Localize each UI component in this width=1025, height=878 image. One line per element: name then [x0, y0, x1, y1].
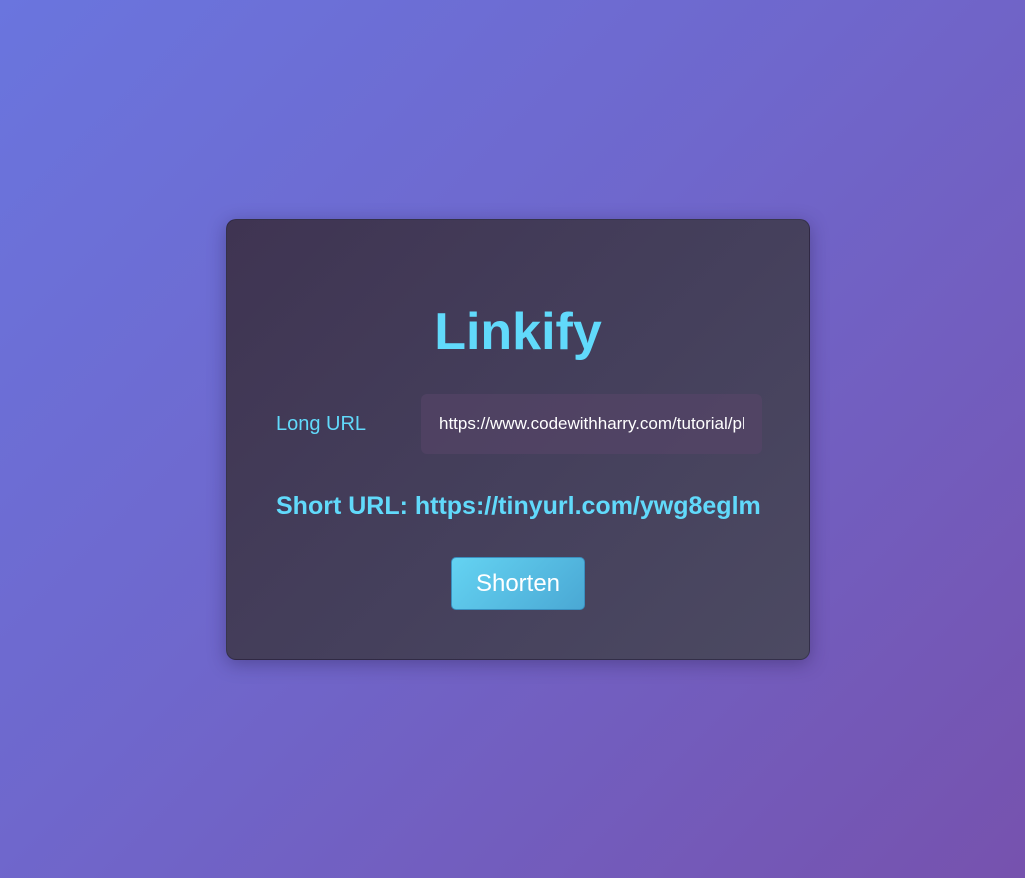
- long-url-input[interactable]: [421, 394, 762, 454]
- long-url-label: Long URL: [276, 413, 367, 435]
- app-title: Linkify: [434, 303, 602, 361]
- short-url-result: Short URL: https://tinyurl.com/ywg8eglm: [276, 492, 761, 520]
- shortener-card: Linkify Long URL Short URL: https://tiny…: [226, 219, 810, 660]
- shorten-button[interactable]: Shorten: [451, 557, 585, 610]
- long-url-row: Long URL: [276, 394, 762, 454]
